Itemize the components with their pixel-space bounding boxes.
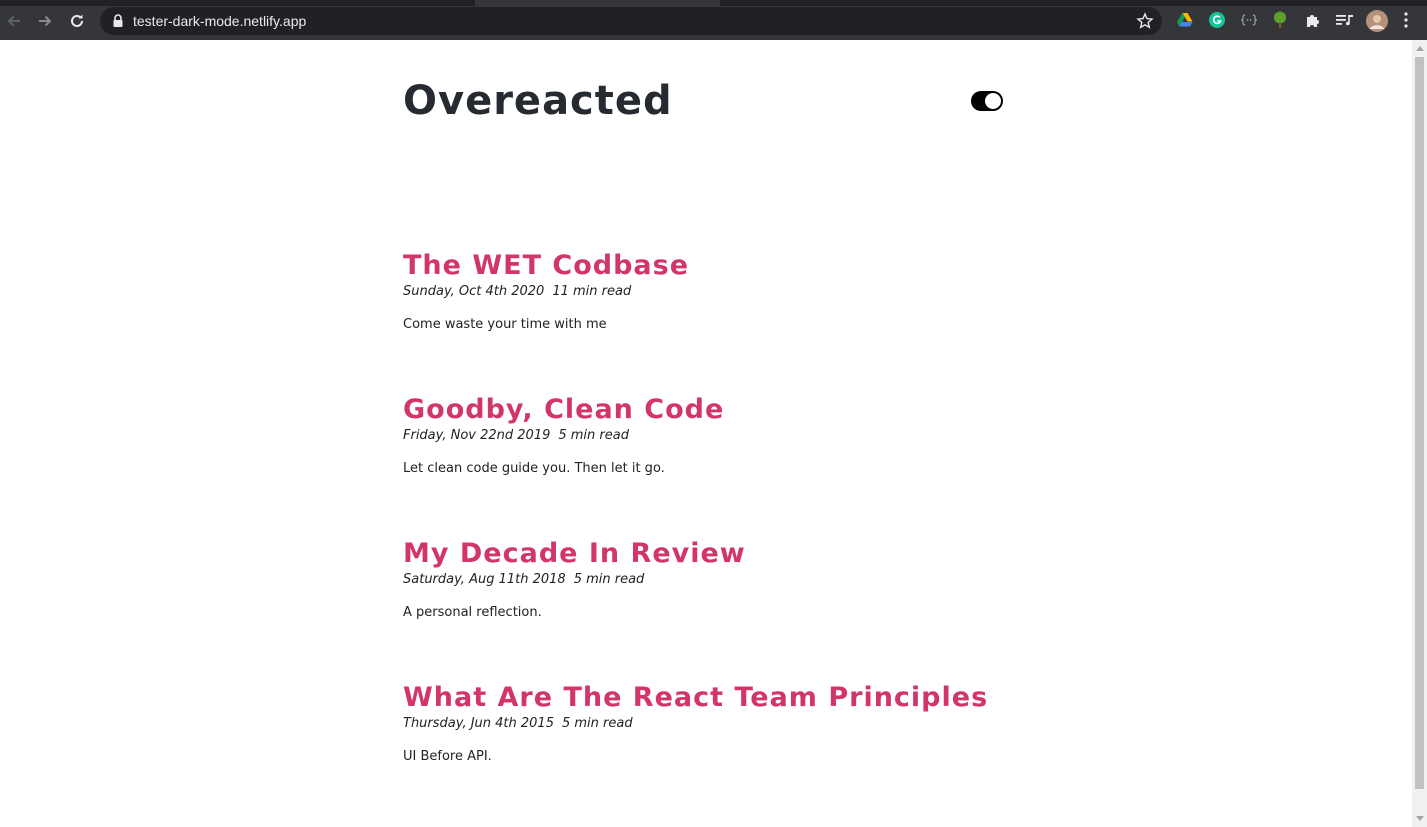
post-meta: Thursday, Jun 4th 2015 5 min read <box>403 715 1103 733</box>
post-title-link[interactable]: Goodby, Clean Code <box>403 394 1103 426</box>
bookmark-star-icon[interactable] <box>1136 12 1154 30</box>
url-text[interactable]: tester-dark-mode.netlify.app <box>133 7 306 35</box>
json-viewer-icon[interactable] <box>1240 11 1258 29</box>
address-bar[interactable]: tester-dark-mode.netlify.app <box>100 7 1162 35</box>
post-description: A personal reflection. <box>403 605 542 620</box>
scrollbar-thumb[interactable] <box>1415 57 1424 789</box>
page-scrollbar[interactable] <box>1412 40 1427 827</box>
post-description: UI Before API. <box>403 749 492 764</box>
scroll-up-arrow-icon[interactable] <box>1416 46 1424 51</box>
post-description: Let clean code guide you. Then let it go… <box>403 461 665 476</box>
post-date: Saturday, Aug 11th 2018 <box>403 572 566 587</box>
dark-mode-toggle[interactable] <box>971 91 1003 111</box>
post-title-link[interactable]: My Decade In Review <box>403 538 1103 570</box>
back-icon[interactable] <box>3 10 25 32</box>
reload-icon[interactable] <box>66 10 88 32</box>
extensions-puzzle-icon[interactable] <box>1304 11 1322 29</box>
post-date: Friday, Nov 22nd 2019 <box>403 428 551 443</box>
tree-extension-icon[interactable] <box>1271 11 1289 29</box>
media-queue-icon[interactable] <box>1336 11 1354 29</box>
post-meta: Sunday, Oct 4th 2020 11 min read <box>403 283 1103 301</box>
toggle-knob <box>985 93 1001 109</box>
post-meta: Friday, Nov 22nd 2019 5 min read <box>403 427 1103 445</box>
site-title[interactable]: Overeacted <box>403 78 673 124</box>
browser-toolbar: tester-dark-mode.netlify.app <box>0 0 1427 40</box>
post-meta: Saturday, Aug 11th 2018 5 min read <box>403 571 1103 589</box>
tab-strip <box>0 0 1427 6</box>
post-date: Sunday, Oct 4th 2020 <box>403 284 545 299</box>
post-read-time: 5 min read <box>561 716 633 731</box>
forward-icon[interactable] <box>34 10 56 32</box>
active-tab[interactable] <box>475 0 720 6</box>
post-read-time: 11 min read <box>552 284 632 299</box>
post-title-link[interactable]: The WET Codbase <box>403 250 1103 282</box>
post-date: Thursday, Jun 4th 2015 <box>403 716 554 731</box>
post-item: Goodby, Clean Code Friday, Nov 22nd 2019… <box>403 394 1103 491</box>
post-item: What Are The React Team Principles Thurs… <box>403 682 1103 779</box>
scroll-down-arrow-icon[interactable] <box>1416 816 1424 821</box>
grammarly-icon[interactable] <box>1208 11 1226 29</box>
google-drive-icon[interactable] <box>1176 11 1194 29</box>
post-item: The WET Codbase Sunday, Oct 4th 2020 11 m… <box>403 250 1103 347</box>
lock-icon[interactable] <box>111 13 125 29</box>
post-read-time: 5 min read <box>558 428 629 443</box>
post-description: Come waste your time with me <box>403 317 607 332</box>
post-title-link[interactable]: What Are The React Team Principles <box>403 682 1103 714</box>
post-read-time: 5 min read <box>573 572 645 587</box>
profile-avatar[interactable] <box>1366 10 1388 32</box>
post-item: My Decade In Review Saturday, Aug 11th 2… <box>403 538 1103 635</box>
more-menu-icon[interactable] <box>1400 11 1412 29</box>
